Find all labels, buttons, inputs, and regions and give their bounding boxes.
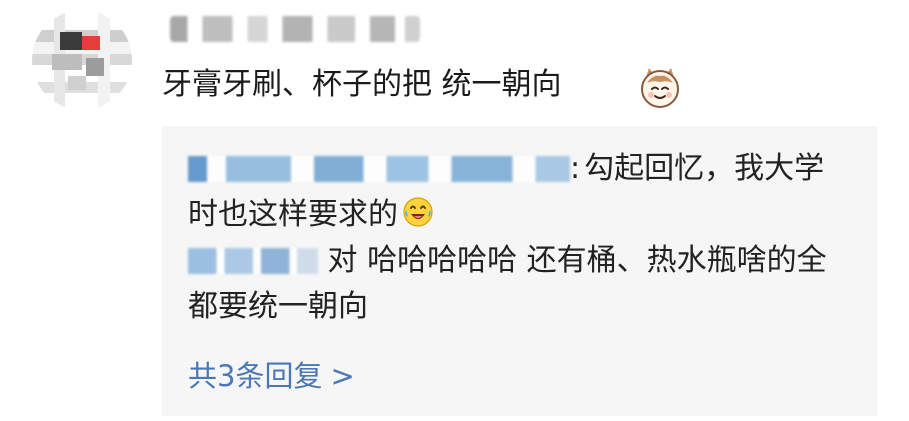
avatar-pixel — [52, 54, 82, 70]
reply-separator: : — [570, 151, 581, 186]
avatar-pixel — [82, 36, 100, 50]
reply-item: : 勾起回忆，我大学时也这样要求的 — [188, 146, 849, 238]
reply-username-blurred[interactable] — [188, 248, 318, 274]
avatar-pixel — [86, 58, 104, 76]
laughing-emoji-icon — [403, 197, 433, 227]
comment-text: 牙膏牙刷、杯子的把 统一朝向 — [162, 67, 562, 102]
reply-username-blurred[interactable] — [188, 156, 570, 182]
avatar-pixel — [60, 32, 82, 50]
reply-item: 对 哈哈哈哈哈 还有桶、热水瓶啥的全都要统一朝向 — [188, 238, 849, 330]
chevron-right-icon: > — [330, 359, 355, 393]
avatar[interactable] — [32, 10, 132, 110]
view-more-label: 共3条回复 — [188, 359, 323, 393]
avatar-pixel — [68, 76, 86, 90]
username-blurred[interactable] — [170, 16, 420, 42]
view-more-replies[interactable]: 共3条回复 > — [188, 356, 355, 396]
cat-emoji-icon — [641, 68, 679, 108]
reply-section: : 勾起回忆，我大学时也这样要求的 对 哈哈哈哈哈 还有桶、热水瓶啥的全都要统一朝… — [162, 126, 877, 416]
